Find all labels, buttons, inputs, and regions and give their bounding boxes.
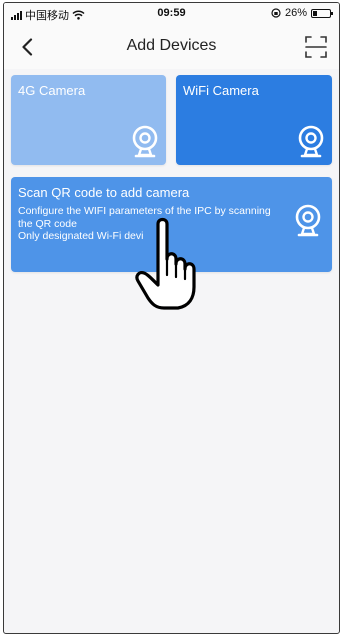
card-qr-title: Scan QR code to add camera — [18, 185, 190, 200]
status-right: 26% — [271, 7, 333, 19]
orientation-lock-icon — [271, 8, 281, 18]
card-wifi-label: WiFi Camera — [183, 83, 259, 98]
camera-icon — [132, 125, 158, 158]
card-4g-label: 4G Camera — [18, 83, 86, 98]
nav-bar: Add Devices — [4, 25, 339, 69]
scan-button[interactable] — [303, 33, 329, 61]
card-wifi-camera[interactable]: WiFi Camera — [176, 75, 332, 165]
camera-icon — [295, 204, 321, 237]
status-bar: 中国移动 09:59 26% — [4, 3, 339, 25]
camera-icon — [298, 125, 324, 158]
card-4g-camera[interactable]: 4G Camera — [11, 75, 166, 165]
page-title: Add Devices — [126, 37, 217, 54]
battery-percent: 26% — [284, 7, 307, 19]
scan-frame-icon — [305, 36, 327, 58]
pointing-hand-icon — [135, 217, 196, 310]
battery-icon — [311, 8, 333, 18]
phone-screen: 中国移动 09:59 26% Add Devices 4G Camera WiF… — [3, 2, 340, 634]
